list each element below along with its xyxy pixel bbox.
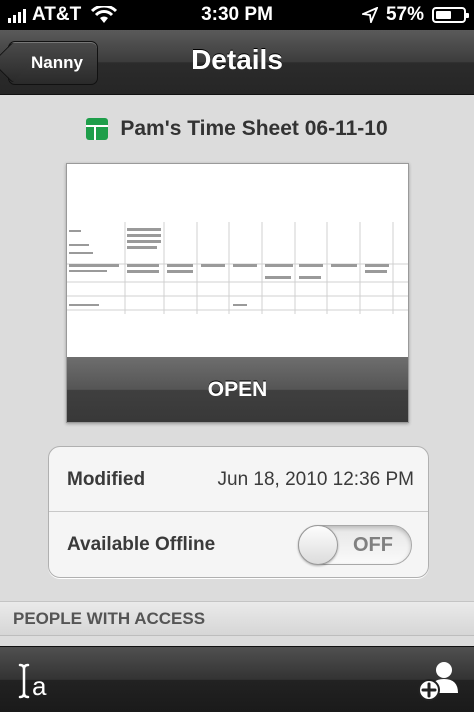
modified-value: Jun 18, 2010 12:36 PM: [217, 469, 414, 490]
document-title: Pam's Time Sheet 06-11-10: [120, 117, 388, 140]
details-card: Modified Jun 18, 2010 12:36 PM Available…: [48, 446, 429, 578]
document-preview[interactable]: OPEN: [66, 163, 409, 423]
people-with-access-header: PEOPLE WITH ACCESS: [0, 601, 474, 636]
spreadsheet-icon: [86, 118, 109, 140]
status-right: 57%: [361, 4, 469, 26]
modified-label: Modified: [67, 469, 146, 490]
svg-text:a: a: [32, 671, 47, 701]
page-title: Details: [191, 44, 283, 75]
add-person-icon[interactable]: [416, 659, 462, 703]
toggle-state-label: OFF: [353, 534, 393, 556]
offline-label: Available Offline: [67, 534, 216, 555]
battery-percent: 57%: [385, 4, 424, 25]
bottom-toolbar: a: [0, 646, 474, 712]
battery-icon: [432, 7, 469, 23]
modified-row: Modified Jun 18, 2010 12:36 PM: [49, 447, 428, 512]
location-arrow-icon: [361, 7, 378, 23]
offline-row: Available Offline OFF: [49, 512, 428, 576]
rename-icon[interactable]: a: [14, 661, 56, 701]
document-title-row: Pam's Time Sheet 06-11-10: [0, 117, 474, 141]
offline-toggle[interactable]: OFF: [298, 525, 412, 565]
spreadsheet-thumbnail: [67, 222, 408, 314]
navigation-bar: Nanny Details: [0, 30, 474, 95]
toggle-knob[interactable]: [298, 525, 338, 565]
open-button[interactable]: OPEN: [67, 357, 408, 422]
status-bar: AT&T 3:30 PM 57%: [0, 0, 474, 30]
battery-fill: [436, 11, 451, 19]
section-header-label: PEOPLE WITH ACCESS: [13, 609, 206, 628]
